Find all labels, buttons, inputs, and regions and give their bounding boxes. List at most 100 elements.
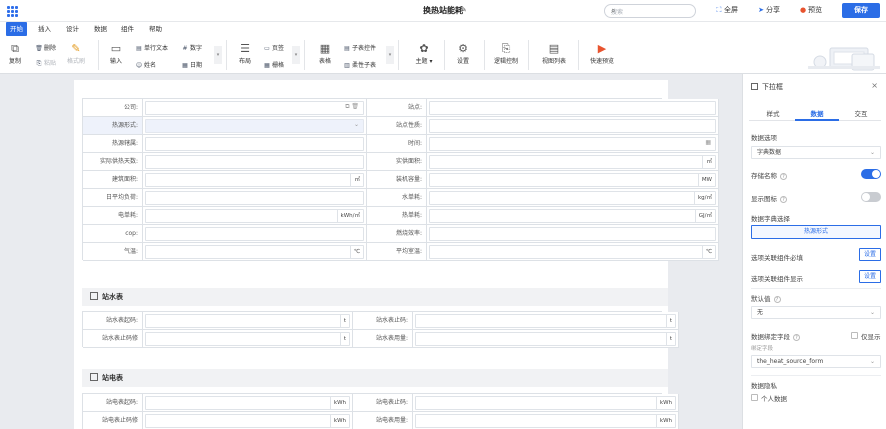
table-button[interactable]: ▦ 表格 — [308, 42, 342, 65]
copy-delete-icon[interactable]: ⧉ 🗑 — [345, 103, 359, 111]
field-input[interactable]: kWh — [145, 396, 350, 410]
field-input[interactable] — [145, 227, 364, 241]
help-icon[interactable]: ? — [780, 196, 787, 203]
field-input[interactable]: ⧉ 🗑 — [145, 101, 364, 115]
section-header-electric-meter[interactable]: 站电表 — [82, 369, 668, 387]
field-input[interactable]: MW — [429, 173, 716, 187]
bind-field-label: 数据绑定字段? — [751, 331, 800, 341]
single-line-button[interactable]: ▤ 单行文本 — [134, 43, 168, 52]
field-cell: ㎡ — [143, 171, 367, 189]
field-input[interactable]: ㎡ — [429, 155, 716, 169]
tab-design[interactable]: 设计 — [66, 22, 79, 36]
linked-required-settings-button[interactable]: 设置 — [859, 248, 881, 261]
default-value-select[interactable]: 无 ⌄ — [751, 306, 881, 319]
show-only-checkbox[interactable] — [851, 332, 858, 339]
field-input[interactable] — [145, 191, 364, 205]
field-cell: kg/㎡ — [427, 189, 719, 207]
field-input[interactable]: t — [415, 332, 676, 346]
tab-components[interactable]: 组件 — [121, 22, 134, 36]
input-icon: ▭ — [110, 42, 122, 55]
quick-preview-button[interactable]: ▶ 快速预览 — [582, 42, 622, 65]
field-input[interactable]: kWh — [415, 414, 676, 428]
copy-button[interactable]: ⧉ 复制 — [0, 42, 32, 65]
field-input[interactable]: t — [145, 314, 350, 328]
dropdown-component-icon — [751, 83, 758, 90]
field-label: 公司: — [83, 99, 143, 117]
number-button[interactable]: # 数字 — [180, 43, 202, 52]
field-input[interactable] — [429, 227, 716, 241]
field-input[interactable]: kg/㎡ — [429, 191, 716, 205]
subtable-control-button[interactable]: ▤ 子表控件 — [342, 43, 376, 52]
store-name-toggle[interactable] — [861, 169, 881, 179]
copy-icon: ⧉ — [11, 42, 19, 55]
search-input[interactable]: 搜索 ⌕ — [604, 4, 696, 18]
theme-button[interactable]: ✿ 主题 ▾ — [406, 42, 442, 65]
field-input[interactable]: kWh/㎡ — [145, 209, 364, 223]
logic-control-button[interactable]: ⎘ 逻辑控制 — [486, 42, 526, 65]
input-button[interactable]: ▭ 输入 — [98, 42, 134, 65]
tab-interaction[interactable]: 交互 — [839, 108, 883, 118]
help-icon[interactable]: ? — [793, 334, 800, 341]
field-input[interactable]: kWh — [145, 414, 350, 428]
save-button[interactable]: 保存 — [842, 3, 880, 18]
tab-style[interactable]: 样式 — [751, 108, 795, 118]
options-select[interactable]: 字典数据 ⌄ — [751, 146, 881, 159]
field-input[interactable]: ⌄ — [145, 119, 364, 133]
field-input[interactable]: kWh — [415, 396, 676, 410]
field-input[interactable] — [145, 137, 364, 151]
linked-show-label: 选项关联组件显示 — [751, 275, 803, 283]
linked-show-settings-button[interactable]: 设置 — [859, 270, 881, 283]
field-cell — [143, 225, 367, 243]
tab-help[interactable]: 帮助 — [149, 22, 162, 36]
view-list-button[interactable]: ▤ 视图列表 — [534, 42, 574, 65]
flexible-subtable-button[interactable]: ▥ 柔性子表 — [342, 60, 376, 69]
paste-button[interactable]: ⎘ 粘贴 — [34, 58, 56, 68]
tab-start[interactable]: 开始 — [6, 22, 27, 36]
field-label: 站水表止码: — [353, 312, 413, 330]
date-button[interactable]: ▦ 日期 — [180, 60, 202, 69]
bind-field-select[interactable]: the_heat_source_form ⌄ — [751, 355, 881, 368]
format-painter-button[interactable]: ✎ 格式刷 — [58, 42, 94, 65]
fullscreen-button[interactable]: ⛶ 全屏 — [714, 5, 738, 15]
expand-inputs-chevron[interactable]: ▾ — [214, 46, 222, 64]
tab-data[interactable]: 数据 — [795, 108, 839, 121]
expand-layout-chevron[interactable]: ▾ — [292, 46, 300, 64]
name-button[interactable]: ☺ 姓名 — [134, 60, 156, 69]
field-input[interactable]: t — [145, 332, 350, 346]
main-form-grid: 公司: ⧉ 🗑 站点: 热源形式: ⌄ 站点性质: 热源辖属: 时间: ▦ 实际供热天数: 实供面积… — [82, 98, 719, 261]
field-input[interactable]: ℃ — [429, 245, 716, 259]
logic-icon: ⎘ — [501, 42, 511, 55]
fullscreen-icon: ⛶ — [716, 6, 722, 14]
personal-data-checkbox[interactable] — [751, 394, 758, 401]
field-input[interactable]: ▦ — [429, 137, 716, 151]
tab-data[interactable]: 数据 — [94, 22, 107, 36]
expand-table-chevron[interactable]: ▾ — [386, 46, 394, 64]
page-tab-button[interactable]: ▭ 页签 — [262, 43, 284, 52]
field-input[interactable]: ㎡ — [145, 173, 364, 187]
edit-title-icon[interactable]: ✎ — [460, 5, 467, 14]
field-input[interactable] — [429, 119, 716, 133]
unit-label: MW — [697, 174, 715, 186]
tab-insert[interactable]: 插入 — [38, 22, 51, 36]
apps-grid-icon[interactable] — [6, 5, 18, 17]
dict-select-button[interactable]: 热源形式 — [751, 225, 881, 239]
field-label: 热源辖属: — [83, 135, 143, 153]
delete-button[interactable]: 🗑删除 — [34, 43, 56, 52]
field-input[interactable]: GJ/㎡ — [429, 209, 716, 223]
field-label: 站水表起码: — [83, 312, 143, 330]
field-input[interactable]: t — [415, 314, 676, 328]
layout-button[interactable]: ☰ 布局 — [228, 42, 262, 65]
field-input[interactable] — [145, 155, 364, 169]
close-icon[interactable]: × — [871, 81, 878, 90]
field-input[interactable]: ℃ — [145, 245, 364, 259]
preview-button[interactable]: ● 预览 — [798, 5, 822, 15]
section-header-water-meter[interactable]: 站水表 — [82, 288, 668, 306]
grid-layout-button[interactable]: ▦ 栅格 — [262, 60, 284, 69]
help-icon[interactable]: ? — [780, 173, 787, 180]
water-meter-grid: 站水表起码: t 站水表止码: t 站水表止码修 t 站水表用量: t — [82, 311, 679, 348]
share-button[interactable]: ➤ 分享 — [756, 5, 780, 15]
settings-button[interactable]: ⚙ 设置 — [445, 42, 481, 65]
field-input[interactable] — [429, 101, 716, 115]
help-icon[interactable]: ? — [773, 296, 781, 303]
show-icon-toggle[interactable] — [861, 192, 881, 202]
